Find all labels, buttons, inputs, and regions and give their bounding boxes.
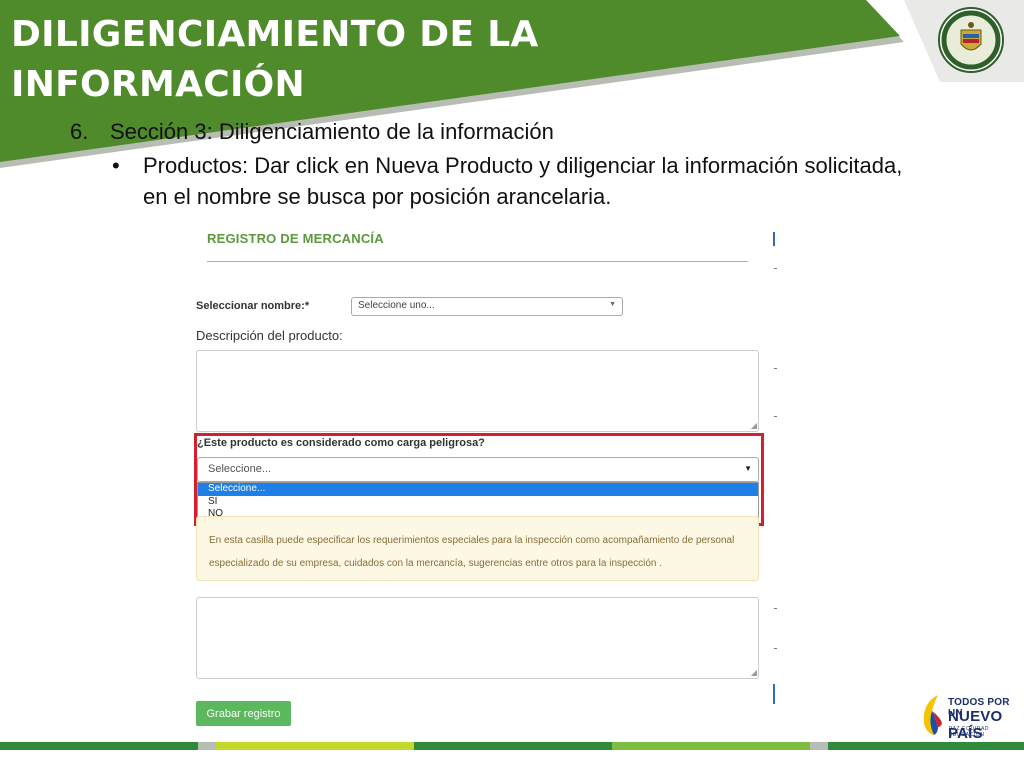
brand-line-3: PAZ EQUIDAD EDUCACIÓN (949, 726, 990, 738)
cropped-edge-marker (774, 368, 777, 369)
colombia-flag-swoosh-icon (923, 695, 942, 735)
save-record-button[interactable]: Grabar registro (196, 701, 291, 726)
slide-title: DILIGENCIAMIENTO DE LA INFORMACIÓN (11, 14, 539, 105)
cropped-edge-marker (774, 268, 777, 269)
name-select[interactable]: Seleccione uno... ▼ (351, 297, 623, 316)
dangerous-cargo-select-value: Seleccione... (208, 463, 271, 475)
name-label: Seleccionar nombre:* (196, 300, 310, 312)
form-screenshot: REGISTRO DE MERCANCÍA Seleccionar nombre… (186, 220, 778, 726)
dangerous-cargo-label: ¿Este producto es considerado como carga… (197, 437, 485, 449)
footer-stripe (0, 742, 198, 750)
cropped-edge-marker (774, 608, 777, 609)
resize-grip-icon: ◢ (750, 668, 757, 677)
dangerous-cargo-select[interactable]: Seleccione... ▼ (197, 457, 759, 482)
cropped-edge-marker (773, 232, 775, 246)
info-alert: En esta casilla puede especificar los re… (196, 516, 759, 581)
nuevo-pais-logo: TODOS POR UN NUEVO PAÍS PAZ EQUIDAD EDUC… (918, 691, 1018, 742)
resize-grip-icon: ◢ (750, 421, 757, 430)
cropped-edge-marker (773, 684, 775, 704)
bullet-text: Productos: Dar click en Nueva Producto y… (143, 153, 903, 209)
bullet-item: • Productos: Dar click en Nueva Producto… (112, 150, 932, 212)
step-number: 6. (70, 119, 89, 144)
footer-stripe (216, 742, 414, 750)
description-label: Descripción del producto: (196, 328, 343, 343)
description-textarea[interactable]: ◢ (196, 350, 759, 432)
footer-stripe (414, 742, 612, 750)
cropped-edge-marker (774, 648, 777, 649)
form-heading: REGISTRO DE MERCANCÍA (207, 231, 384, 246)
caret-down-icon: ▼ (744, 464, 752, 473)
footer-stripe (828, 742, 1024, 750)
cropped-edge-marker (774, 416, 777, 417)
bullet-symbol: • (112, 153, 120, 178)
name-select-value: Seleccione uno... (358, 300, 435, 311)
footer-stripe (810, 742, 828, 750)
info-alert-text: En esta casilla puede especificar los re… (209, 535, 735, 569)
footer-stripe (612, 742, 810, 750)
step-text: Sección 3: Diligenciamiento de la inform… (110, 119, 554, 144)
step-item: 6. Sección 3: Diligenciamiento de la info… (70, 119, 554, 145)
police-emblem-icon (938, 7, 1004, 73)
option-seleccione[interactable]: Seleccione... (198, 483, 758, 496)
footer-stripe (198, 742, 216, 750)
special-requirements-textarea[interactable]: ◢ (196, 597, 759, 679)
caret-down-icon: ▼ (609, 301, 616, 308)
option-si[interactable]: SI (198, 496, 758, 509)
heading-divider (207, 261, 748, 262)
